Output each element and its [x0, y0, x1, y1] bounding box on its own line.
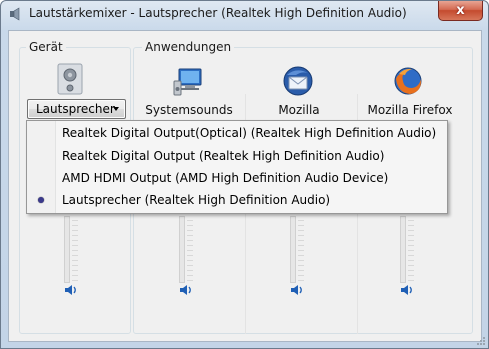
- speaker-app-icon: [10, 7, 20, 21]
- device-dropdown-menu: Realtek Digital Output(Optical) (Realtek…: [26, 120, 448, 214]
- title-bar[interactable]: Lautstärkemixer - Lautsprecher (Realtek …: [1, 1, 488, 27]
- firefox-icon: [394, 67, 422, 95]
- device-volume-slider-ticks: [72, 216, 78, 281]
- device-group-label: Gerät: [26, 40, 66, 54]
- speaker-device-icon: [57, 63, 83, 95]
- device-dropdown-label: Lautsprecher: [36, 102, 115, 116]
- thunderbird-icon: [283, 66, 313, 96]
- volume-mixer-window: Lautstärkemixer - Lautsprecher (Realtek …: [0, 0, 489, 349]
- radio-bullet-icon: [38, 197, 44, 203]
- mozilla-mute-speaker-icon[interactable]: [290, 283, 304, 297]
- app-name-systemsounds: Systemsounds: [145, 103, 233, 117]
- menu-item-label: AMD HDMI Output (AMD High Definition Aud…: [62, 171, 389, 185]
- menu-item-label: Realtek Digital Output (Realtek High Def…: [62, 149, 385, 163]
- system-sounds-icon: [173, 68, 202, 96]
- systemsounds-volume-slider-track[interactable]: [179, 216, 185, 283]
- menu-item-device[interactable]: Realtek Digital Output (Realtek High Def…: [30, 145, 444, 167]
- app-name-mozilla: Mozilla: [278, 103, 320, 117]
- applications-group-label: Anwendungen: [142, 40, 235, 54]
- menu-item-device[interactable]: Realtek Digital Output(Optical) (Realtek…: [30, 122, 444, 144]
- chevron-down-icon: [113, 107, 119, 111]
- firefox-volume-slider-track[interactable]: [400, 216, 406, 283]
- systemsounds-mute-speaker-icon[interactable]: [179, 283, 193, 297]
- systemsounds-volume-slider-ticks: [187, 216, 193, 281]
- device-mute-speaker-icon[interactable]: [64, 283, 78, 297]
- mozilla-volume-slider-ticks: [298, 216, 304, 281]
- menu-item-device-selected[interactable]: Lautsprecher (Realtek High Definition Au…: [30, 189, 444, 211]
- firefox-volume-slider-ticks: [408, 216, 414, 281]
- close-button[interactable]: x: [438, 1, 483, 21]
- menu-item-label: Realtek Digital Output(Optical) (Realtek…: [62, 126, 437, 140]
- close-icon: x: [456, 3, 465, 18]
- firefox-mute-speaker-icon[interactable]: [400, 283, 414, 297]
- mozilla-volume-slider-track[interactable]: [290, 216, 296, 283]
- device-dropdown-button[interactable]: Lautsprecher: [27, 99, 126, 119]
- resize-grip-icon[interactable]: [476, 336, 486, 346]
- menu-item-device[interactable]: AMD HDMI Output (AMD High Definition Aud…: [30, 167, 444, 189]
- menu-item-label: Lautsprecher (Realtek High Definition Au…: [62, 193, 331, 207]
- device-volume-slider-track[interactable]: [64, 216, 70, 283]
- app-name-mozilla-firefox: Mozilla Firefox: [367, 103, 453, 117]
- window-title: Lautstärkemixer - Lautsprecher (Realtek …: [29, 6, 407, 20]
